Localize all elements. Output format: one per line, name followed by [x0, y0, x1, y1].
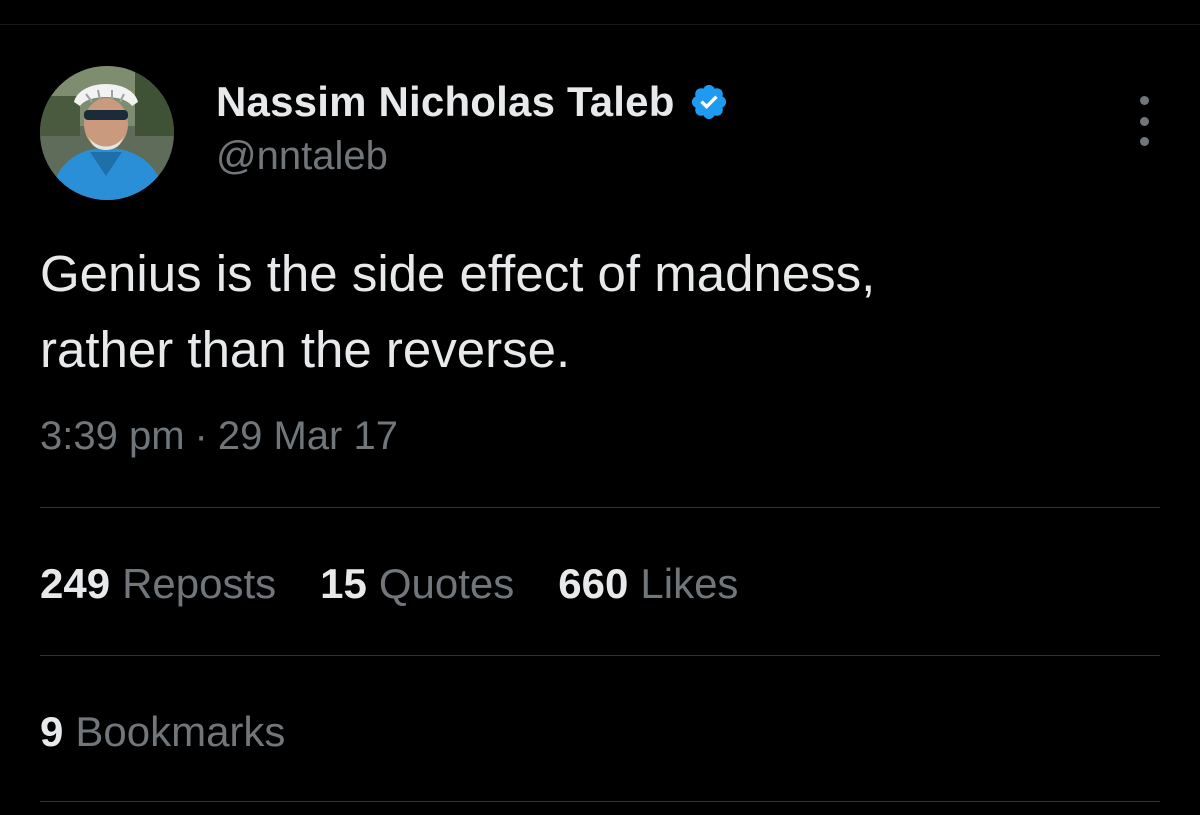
divider: [40, 655, 1160, 656]
likes-count: 660: [558, 560, 629, 607]
bookmarks-stat[interactable]: 9 Bookmarks: [40, 708, 285, 756]
avatar[interactable]: [40, 66, 174, 200]
engagement-stats: 249 Reposts 15 Quotes 660 Likes: [40, 560, 782, 608]
verified-badge-icon: [689, 82, 729, 122]
name-row: Nassim Nicholas Taleb: [216, 76, 729, 128]
author-info: Nassim Nicholas Taleb @nntaleb: [216, 76, 729, 179]
divider: [40, 801, 1160, 802]
reposts-stat[interactable]: 249 Reposts: [40, 560, 276, 608]
author-handle[interactable]: @nntaleb: [216, 134, 729, 179]
timestamp-separator: ·: [194, 414, 208, 458]
tweet-timestamp[interactable]: 3:39 pm · 29 Mar 17: [40, 414, 398, 459]
more-dot: [1139, 137, 1149, 146]
reposts-count: 249: [40, 560, 111, 607]
tweet-header: Nassim Nicholas Taleb @nntaleb: [40, 66, 1160, 202]
quotes-count: 15: [320, 560, 367, 607]
top-divider: [0, 24, 1200, 25]
likes-label: Likes: [640, 560, 739, 607]
bookmarks-stat-inner: 9 Bookmarks: [40, 708, 285, 755]
bookmarks-label: Bookmarks: [75, 708, 286, 755]
tweet-text: Genius is the side effect of madness, ra…: [40, 236, 1160, 388]
reposts-label: Reposts: [122, 560, 277, 607]
quotes-label: Quotes: [378, 560, 515, 607]
tweet-text-line: rather than the reverse.: [40, 321, 571, 378]
divider: [40, 507, 1160, 508]
tweet-date: 29 Mar 17: [217, 414, 398, 458]
bookmarks-count: 9: [40, 708, 64, 755]
more-dot: [1139, 116, 1149, 126]
avatar-photo: [40, 66, 174, 200]
more-dot: [1139, 96, 1149, 105]
tweet-time: 3:39 pm: [40, 414, 185, 458]
more-options-icon[interactable]: [1132, 96, 1156, 146]
tweet-text-line: Genius is the side effect of madness,: [40, 245, 876, 302]
quotes-stat[interactable]: 15 Quotes: [320, 560, 514, 608]
author-display-name[interactable]: Nassim Nicholas Taleb: [216, 78, 675, 126]
likes-stat[interactable]: 660 Likes: [558, 560, 738, 608]
